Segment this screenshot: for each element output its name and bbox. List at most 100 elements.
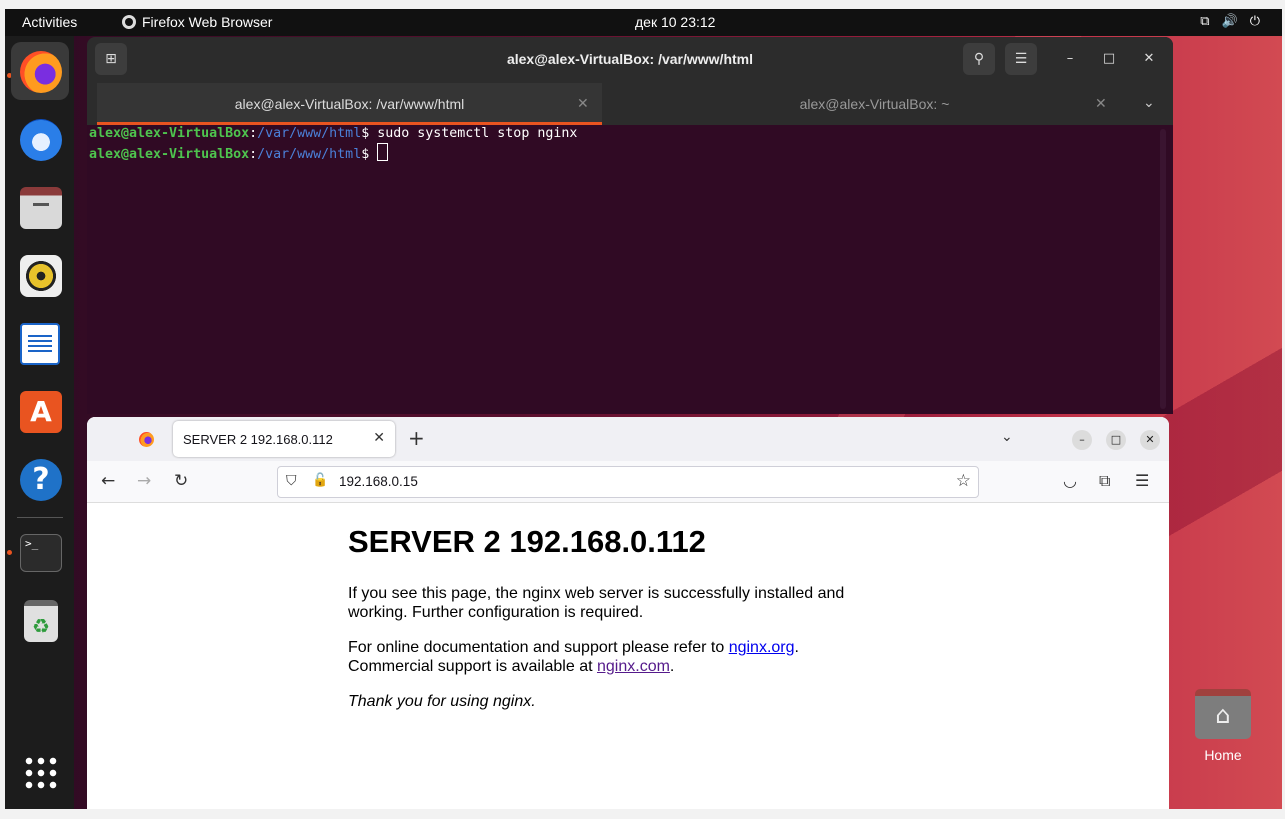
firefox-view-icon[interactable] (139, 432, 154, 447)
minimize-button[interactable]: – (1062, 51, 1078, 67)
intro-paragraph: If you see this page, the nginx web serv… (348, 585, 845, 621)
dock-thunderbird[interactable] (11, 110, 69, 168)
url-bar[interactable]: ⛉ 🔓 192.168.0.15 ☆ (277, 466, 979, 498)
terminal-menu-button[interactable]: ☰ (1005, 43, 1037, 75)
terminal-search-button[interactable]: ⚲ (963, 43, 995, 75)
bookmark-star-icon[interactable]: ☆ (956, 471, 971, 491)
navigation-toolbar: ← → ↻ ⛉ 🔓 192.168.0.15 ☆ ◡ ⧉ ☰ (87, 461, 1169, 503)
firefox-icon (20, 51, 62, 93)
volume-icon[interactable]: 🔊 (1222, 13, 1238, 29)
back-icon[interactable]: ← (101, 471, 115, 491)
docs-paragraph: For online documentation and support ple… (348, 638, 868, 676)
dock (5, 36, 74, 809)
app-menu-icon[interactable]: ☰ (1135, 471, 1149, 491)
docs-period: . (794, 639, 799, 656)
browser-tab[interactable]: SERVER 2 192.168.0.112 ✕ (173, 421, 395, 457)
rhythmbox-icon (20, 255, 62, 297)
thunderbird-icon (20, 119, 62, 161)
url-text[interactable]: 192.168.0.15 (339, 474, 418, 489)
nginx-com-link[interactable]: nginx.com (597, 658, 670, 675)
hamburger-menu-icon: ☰ (1014, 51, 1028, 67)
nginx-org-link[interactable]: nginx.org (729, 639, 795, 656)
dock-separator (17, 517, 63, 518)
prompt-path: /var/www/html (257, 147, 362, 162)
search-icon: ⚲ (973, 51, 985, 67)
terminal-tab-label: alex@alex-VirtualBox: /var/www/html (234, 96, 465, 112)
network-icon[interactable]: ⧉ (1200, 13, 1209, 29)
activities-button[interactable]: Activities (22, 14, 77, 30)
tracking-protection-icon[interactable]: ⛉ (286, 473, 297, 489)
desktop-home-icon[interactable]: ⌂ Home (1183, 689, 1263, 763)
prompt-user: alex@alex-VirtualBox (89, 126, 250, 141)
docs-text: For online documentation and support ple… (348, 639, 729, 656)
prompt-user: alex@alex-VirtualBox (89, 147, 250, 162)
firefox-tabbar: SERVER 2 192.168.0.112 ✕ + ⌄ – □ ✕ (87, 417, 1169, 461)
trash-icon (24, 600, 58, 642)
show-applications-icon[interactable] (23, 755, 57, 789)
close-button[interactable]: ✕ (1141, 51, 1157, 67)
prompt-symbol: $ (361, 126, 378, 141)
list-tabs-icon[interactable]: ⌄ (1001, 429, 1013, 445)
reload-icon[interactable]: ↻ (174, 471, 188, 491)
commercial-text: Commercial support is available at (348, 658, 597, 675)
dock-files[interactable] (11, 178, 69, 236)
firefox-small-icon (122, 15, 136, 29)
close-tab-icon[interactable]: ✕ (373, 430, 385, 446)
commercial-period: . (669, 658, 675, 675)
terminal-tabbar: alex@alex-VirtualBox: /var/www/html ✕ al… (87, 83, 1173, 125)
files-icon (20, 187, 62, 229)
close-tab-icon[interactable]: ✕ (1095, 95, 1107, 112)
app-menu-label: Firefox Web Browser (142, 14, 273, 30)
terminal-tab-2[interactable]: alex@alex-VirtualBox: ~ ✕ (607, 83, 1142, 125)
prompt-sep: : (249, 147, 258, 162)
app-menu[interactable]: Firefox Web Browser (122, 14, 272, 30)
extensions-icon[interactable]: ⧉ (1099, 471, 1110, 491)
terminal-tab-1[interactable]: alex@alex-VirtualBox: /var/www/html ✕ (97, 83, 602, 125)
system-tray[interactable]: ⧉ 🔊 ⏻ (1200, 13, 1260, 29)
clock[interactable]: дек 10 23:12 (635, 14, 715, 30)
new-tab-icon[interactable]: + (408, 428, 425, 448)
thanks-paragraph: Thank you for using nginx. (348, 693, 536, 710)
dock-app-center[interactable] (11, 382, 69, 440)
prompt-symbol: $ (361, 147, 378, 162)
terminal-icon (20, 534, 62, 572)
page-content: SERVER 2 192.168.0.112 If you see this p… (87, 503, 1169, 809)
top-bar: Activities Firefox Web Browser дек 10 23… (5, 9, 1282, 36)
home-folder-icon: ⌂ (1195, 689, 1251, 739)
libreoffice-writer-icon (20, 323, 60, 365)
insecure-lock-icon[interactable]: 🔓 (312, 473, 328, 488)
maximize-button[interactable]: □ (1101, 51, 1117, 67)
prompt-sep: : (249, 126, 258, 141)
power-icon[interactable]: ⏻ (1250, 13, 1260, 29)
browser-tab-title: SERVER 2 192.168.0.112 (183, 432, 333, 447)
maximize-button[interactable]: □ (1106, 430, 1126, 450)
pocket-icon[interactable]: ◡ (1063, 471, 1077, 491)
close-tab-icon[interactable]: ✕ (577, 95, 589, 112)
terminal-tab-label: alex@alex-VirtualBox: ~ (799, 96, 950, 112)
tabs-dropdown-icon[interactable]: ⌄ (1143, 95, 1155, 111)
text-cursor (377, 143, 389, 161)
close-button[interactable]: ✕ (1140, 430, 1160, 450)
dock-rhythmbox[interactable] (11, 246, 69, 304)
page-heading: SERVER 2 192.168.0.112 (348, 524, 706, 559)
forward-icon[interactable]: → (137, 471, 151, 491)
terminal-window[interactable]: ⊞ alex@alex-VirtualBox: /var/www/html ⚲ … (87, 37, 1173, 414)
terminal-line: alex@alex-VirtualBox:/var/www/html$ (87, 143, 1173, 164)
help-icon (20, 459, 62, 501)
desktop-screen: Activities Firefox Web Browser дек 10 23… (5, 9, 1282, 809)
dock-writer[interactable] (11, 314, 69, 372)
dock-trash[interactable] (11, 591, 69, 649)
terminal-scrollbar[interactable] (1160, 129, 1166, 409)
terminal-headerbar: ⊞ alex@alex-VirtualBox: /var/www/html ⚲ … (87, 37, 1173, 125)
minimize-button[interactable]: – (1072, 430, 1092, 450)
command-text: sudo systemctl stop nginx (377, 126, 578, 141)
prompt-path: /var/www/html (257, 126, 362, 141)
terminal-output[interactable]: alex@alex-VirtualBox:/var/www/html$ sudo… (87, 125, 1173, 164)
dock-firefox[interactable] (11, 42, 69, 100)
dock-terminal[interactable] (11, 523, 69, 581)
firefox-window[interactable]: SERVER 2 192.168.0.112 ✕ + ⌄ – □ ✕ ← → ↻… (87, 417, 1169, 809)
dock-help[interactable] (11, 450, 69, 508)
terminal-line: alex@alex-VirtualBox:/var/www/html$ sudo… (87, 125, 1173, 143)
app-center-icon (20, 391, 62, 433)
home-label: Home (1204, 747, 1242, 763)
